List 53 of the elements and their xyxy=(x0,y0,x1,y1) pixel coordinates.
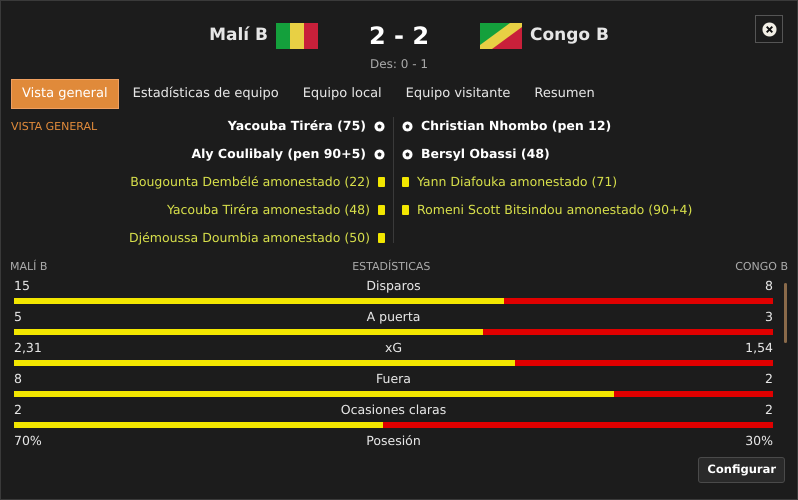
match-event: Aly Coulibaly (pen 90+5) xyxy=(191,144,366,163)
stat-label: Posesión xyxy=(366,432,421,450)
away-stat-value: 1,54 xyxy=(744,339,773,358)
configure-button[interactable]: Configurar xyxy=(698,457,785,483)
home-stat-value: 15 xyxy=(14,277,31,296)
close-icon xyxy=(762,22,776,36)
booking-card-icon xyxy=(402,177,409,187)
match-event: Christian Nhombo (pen 12) xyxy=(421,116,612,135)
ball-icon xyxy=(402,120,413,132)
booking-card-icon xyxy=(402,205,409,215)
away-stat-value: 30% xyxy=(744,432,773,450)
match-event: Djémoussa Doumbia amonestado (50) xyxy=(129,228,370,247)
away-stat-value: 2 xyxy=(764,401,773,420)
home-stat-value: 5 xyxy=(14,308,23,326)
match-score: 2 - 2 xyxy=(368,21,430,52)
home-team-name: Malí B xyxy=(209,24,268,48)
close-button[interactable] xyxy=(755,15,783,43)
tab[interactable]: Equipo local xyxy=(292,79,392,109)
stat-label: xG xyxy=(384,339,402,358)
away-stat-value: 3 xyxy=(764,308,773,326)
match-event: Bougounta Dembélé amonestado (22) xyxy=(130,172,370,191)
ball-icon xyxy=(402,148,413,160)
tab[interactable]: Equipo visitante xyxy=(396,79,520,109)
away-stat-value: 2 xyxy=(764,370,773,388)
halftime-score: Des: 0 - 1 xyxy=(370,56,428,73)
section-title: VISTA GENERAL xyxy=(11,119,98,135)
booking-card-icon xyxy=(378,233,385,243)
ball-icon xyxy=(374,148,385,160)
home-stat-value: 8 xyxy=(14,370,23,388)
tab[interactable]: Resumen xyxy=(524,79,605,109)
home-stat-value: 2,31 xyxy=(14,339,43,358)
stat-label: A puerta xyxy=(366,308,420,326)
booking-card-icon xyxy=(378,177,385,187)
stat-label: Disparos xyxy=(366,277,421,296)
match-event: Yacouba Tiréra (75) xyxy=(228,116,366,135)
home-label: MALÍ B xyxy=(10,259,48,275)
stat-label: Ocasiones claras xyxy=(340,401,446,420)
tab[interactable]: Estadísticas de equipo xyxy=(122,79,289,109)
match-event: Romeni Scott Bitsindou amonestado (90+4) xyxy=(417,200,692,219)
ball-icon xyxy=(374,120,385,132)
flag-icon xyxy=(480,23,522,49)
home-stat-value: 2 xyxy=(14,401,23,420)
away-team-name: Congo B xyxy=(530,24,609,48)
stat-label: Fuera xyxy=(376,370,411,388)
stats-title: ESTADÍSTICAS xyxy=(352,259,430,275)
match-event: Yann Diafouka amonestado (71) xyxy=(417,172,618,191)
home-stat-value: 70% xyxy=(14,432,43,450)
flag-icon xyxy=(276,23,318,49)
away-label: CONGO B xyxy=(735,259,788,275)
match-event: Yacouba Tiréra amonestado (48) xyxy=(166,200,370,219)
away-stat-value: 8 xyxy=(764,277,773,296)
booking-card-icon xyxy=(378,205,385,215)
match-event: Bersyl Obassi (48) xyxy=(421,144,550,163)
